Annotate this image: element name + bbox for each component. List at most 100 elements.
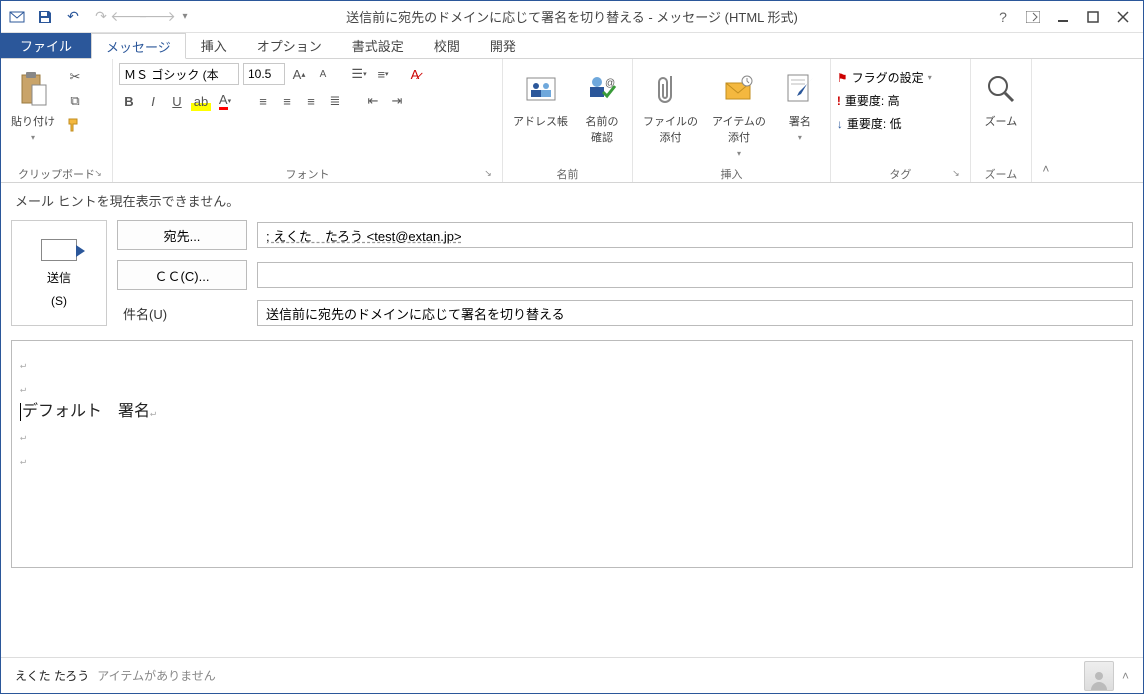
- tab-file[interactable]: ファイル: [1, 33, 91, 58]
- paragraph-mark-icon: ↵: [150, 408, 156, 419]
- clear-format-icon[interactable]: A̷: [405, 64, 425, 84]
- shrink-font-icon[interactable]: A: [313, 64, 333, 84]
- font-color-icon[interactable]: A▾: [215, 91, 235, 111]
- message-body[interactable]: ↵ ↵ デフォルト 署名↵ ↵ ↵: [11, 340, 1133, 568]
- status-message: アイテムがありません: [97, 667, 215, 684]
- qat-customize-icon[interactable]: ▾: [173, 5, 197, 29]
- subject-field[interactable]: 送信前に宛先のドメインに応じて署名を切り替える: [257, 300, 1133, 326]
- tab-options[interactable]: オプション: [242, 33, 337, 58]
- titlebar: ↶ ↷ 🡐 🡒 ▾ 送信前に宛先のドメインに応じて署名を切り替える - メッセー…: [1, 1, 1143, 33]
- maximize-icon[interactable]: [1079, 5, 1107, 29]
- flag-label: フラグの設定: [852, 69, 924, 86]
- importance-low-label: 重要度: 低: [847, 115, 902, 132]
- signature-button[interactable]: 署名 ▾: [776, 63, 824, 148]
- indent-inc-icon[interactable]: ⇥: [387, 91, 407, 111]
- font-family-select[interactable]: [119, 63, 239, 85]
- group-font-label: フォント: [286, 169, 330, 181]
- tab-insert[interactable]: 挿入: [186, 33, 242, 58]
- group-font: A▴ A ☰▾ ≡▾ A̷ B I U ab A▾ ≡ ≡ ≡ ≣ ⇤: [113, 59, 503, 182]
- group-zoom: ズーム ズーム: [971, 59, 1032, 182]
- importance-high-button[interactable]: ! 重要度: 高: [837, 92, 900, 109]
- text-cursor: [20, 403, 21, 421]
- tags-launcher-icon[interactable]: ↘: [950, 168, 962, 180]
- qat-app-icon[interactable]: [5, 5, 29, 29]
- paragraph-mark-icon: ↵: [20, 384, 26, 395]
- group-zoom-label: ズーム: [985, 169, 1018, 181]
- check-names-button[interactable]: @ 名前の 確認: [578, 63, 626, 151]
- status-bar: えくた たろう アイテムがありません ˄: [1, 657, 1143, 693]
- send-button[interactable]: 送信 (S): [11, 220, 107, 326]
- attach-item-button[interactable]: アイテムの 添付 ▾: [708, 63, 770, 164]
- magnifier-icon: [985, 69, 1017, 109]
- zoom-label: ズーム: [985, 113, 1018, 129]
- exclamation-icon: !: [837, 94, 841, 108]
- italic-icon[interactable]: I: [143, 91, 163, 111]
- group-names: アドレス帳 @ 名前の 確認 名前: [503, 59, 633, 182]
- status-user: えくた たろう: [15, 667, 89, 684]
- copy-icon[interactable]: ⧉: [65, 91, 85, 111]
- check-names-label: 名前の 確認: [586, 113, 619, 145]
- flag-icon: ⚑: [837, 71, 848, 85]
- indent-dec-icon[interactable]: ⇤: [363, 91, 383, 111]
- font-launcher-icon[interactable]: ↘: [482, 168, 494, 180]
- paste-label: 貼り付け: [11, 113, 55, 129]
- check-names-icon: @: [585, 69, 619, 109]
- avatar[interactable]: [1084, 661, 1114, 691]
- paragraph-mark-icon: ↵: [20, 432, 26, 443]
- address-book-button[interactable]: アドレス帳: [509, 63, 572, 135]
- help-icon[interactable]: ?: [989, 5, 1017, 29]
- grow-font-icon[interactable]: A▴: [289, 64, 309, 84]
- cc-field[interactable]: [257, 262, 1133, 288]
- tab-message[interactable]: メッセージ: [91, 33, 186, 59]
- window-controls: ?: [983, 5, 1143, 29]
- people-pane-toggle-icon[interactable]: ˄: [1122, 669, 1129, 683]
- clipboard-launcher-icon[interactable]: ↘: [92, 168, 104, 180]
- undo-icon[interactable]: ↶: [61, 5, 85, 29]
- mail-tip: メール ヒントを現在表示できません。: [1, 183, 1143, 218]
- subject-value: 送信前に宛先のドメインに応じて署名を切り替える: [266, 304, 565, 323]
- highlight-icon[interactable]: ab: [191, 91, 211, 111]
- subject-label: 件名(U): [117, 304, 247, 323]
- cc-button[interactable]: ＣＣ(C)...: [117, 260, 247, 290]
- ribbon-display-icon[interactable]: [1019, 5, 1047, 29]
- to-button[interactable]: 宛先...: [117, 220, 247, 250]
- attach-file-button[interactable]: ファイルの 添付: [639, 63, 702, 151]
- attach-item-label: アイテムの 添付: [712, 113, 766, 145]
- group-tags: ⚑ フラグの設定 ▾ ! 重要度: 高 ↓ 重要度: 低 タグ↘: [831, 59, 971, 182]
- align-center-icon[interactable]: ≡: [277, 91, 297, 111]
- group-clipboard-label: クリップボード: [18, 169, 95, 181]
- group-include-label: 挿入: [720, 169, 742, 181]
- format-painter-icon[interactable]: [65, 115, 85, 135]
- next-icon[interactable]: 🡒: [145, 5, 169, 29]
- underline-icon[interactable]: U: [167, 91, 187, 111]
- cut-icon[interactable]: ✂: [65, 67, 85, 87]
- align-right-icon[interactable]: ≡: [301, 91, 321, 111]
- align-justify-icon[interactable]: ≣: [325, 91, 345, 111]
- zoom-button[interactable]: ズーム: [977, 63, 1025, 135]
- importance-high-label: 重要度: 高: [845, 92, 900, 109]
- font-size-select[interactable]: [243, 63, 285, 85]
- flag-button[interactable]: ⚑ フラグの設定 ▾: [837, 69, 932, 86]
- svg-text:@: @: [605, 78, 615, 89]
- save-icon[interactable]: [33, 5, 57, 29]
- signature-label: 署名: [789, 113, 811, 129]
- bullets-icon[interactable]: ☰▾: [349, 64, 369, 84]
- attach-file-label: ファイルの 添付: [643, 113, 698, 145]
- paperclip-icon: [658, 69, 684, 109]
- collapse-ribbon-icon[interactable]: ˄: [1032, 59, 1060, 182]
- address-book-icon: [524, 69, 558, 109]
- align-left-icon[interactable]: ≡: [253, 91, 273, 111]
- numbering-icon[interactable]: ≡▾: [373, 64, 393, 84]
- importance-low-button[interactable]: ↓ 重要度: 低: [837, 115, 902, 132]
- paragraph-mark-icon: ↵: [20, 456, 26, 467]
- tab-review[interactable]: 校閲: [419, 33, 475, 58]
- paste-button[interactable]: 貼り付け ▾: [7, 63, 59, 148]
- minimize-icon[interactable]: [1049, 5, 1077, 29]
- close-icon[interactable]: [1109, 5, 1137, 29]
- bold-icon[interactable]: B: [119, 91, 139, 111]
- tab-developer[interactable]: 開発: [475, 33, 531, 58]
- paste-icon: [18, 69, 48, 109]
- address-book-label: アドレス帳: [513, 113, 568, 129]
- to-field[interactable]: ; えくた たろう <test@extan.jp>: [257, 222, 1133, 248]
- tab-format[interactable]: 書式設定: [337, 33, 419, 58]
